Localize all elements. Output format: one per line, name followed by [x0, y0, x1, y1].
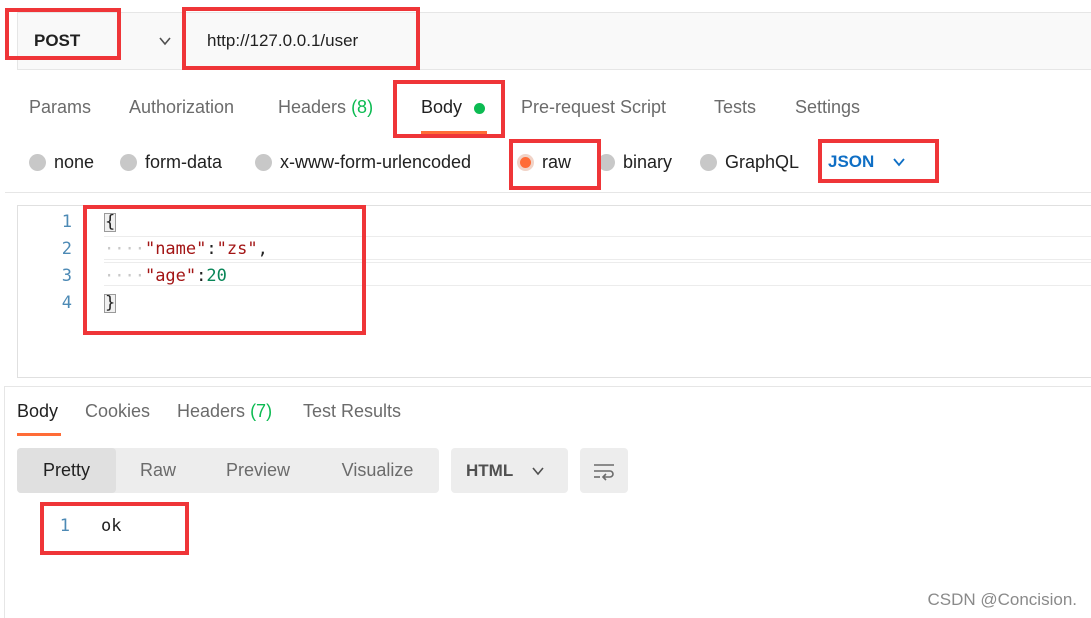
radio-label: form-data [145, 151, 223, 172]
annotation-box-body-json [83, 205, 366, 335]
radio-none[interactable]: none [29, 150, 94, 174]
tab-label: Body [17, 401, 59, 421]
annotation-box-response [40, 502, 189, 555]
radio-binary[interactable]: binary [598, 150, 672, 174]
line-number: 1 [61, 212, 72, 232]
radio-label: none [54, 151, 95, 172]
tab-label: Settings [795, 97, 861, 117]
view-pretty-button[interactable]: Pretty [17, 448, 116, 493]
line-number: 4 [61, 293, 72, 313]
wrap-lines-button[interactable] [580, 448, 628, 493]
line-number: 2 [61, 239, 72, 259]
active-tab-indicator [17, 433, 61, 436]
annotation-box-method [5, 8, 121, 60]
radio-form-data[interactable]: form-data [120, 150, 222, 174]
response-tab-headers[interactable]: Headers (7) [177, 401, 272, 422]
annotation-box-raw [509, 139, 601, 190]
view-visualize-button[interactable]: Visualize [316, 448, 439, 493]
tab-label: Headers [278, 97, 347, 117]
tab-label: Authorization [129, 97, 235, 117]
radio-label: x-www-form-urlencoded [280, 151, 472, 172]
annotation-box-body-tab [393, 80, 505, 138]
response-tab-cookies[interactable]: Cookies [85, 401, 150, 422]
tab-tests[interactable]: Tests [714, 97, 756, 118]
radio-x-www-form-urlencoded[interactable]: x-www-form-urlencoded [255, 150, 471, 174]
section-divider [5, 192, 1091, 193]
tab-settings[interactable]: Settings [795, 97, 860, 118]
tab-label: Params [29, 97, 92, 117]
line-number: 3 [61, 266, 72, 286]
tab-label: Test Results [303, 401, 402, 421]
tab-headers[interactable]: Headers (8) [278, 97, 373, 118]
tab-count: (8) [351, 97, 374, 117]
annotation-box-json [818, 139, 939, 183]
tab-authorization[interactable]: Authorization [129, 97, 234, 118]
section-divider [5, 386, 1091, 387]
radio-label: GraphQL [725, 151, 800, 172]
tab-label: Headers [177, 401, 246, 421]
left-edge [4, 386, 5, 618]
chevron-down-icon[interactable] [158, 34, 172, 48]
radio-icon [700, 153, 717, 171]
radio-label: binary [623, 151, 673, 172]
tab-label: Tests [714, 97, 757, 117]
radio-icon [29, 153, 46, 171]
response-tab-body[interactable]: Body [17, 401, 58, 422]
radio-icon [120, 153, 137, 171]
watermark: CSDN @Concision. [927, 590, 1077, 609]
response-tab-test-results[interactable]: Test Results [303, 401, 401, 422]
tab-label: Pre-request Script [521, 97, 667, 117]
view-raw-button[interactable]: Raw [116, 448, 200, 493]
tab-count: (7) [250, 401, 273, 421]
radio-icon [255, 153, 272, 171]
tab-pre-request-script[interactable]: Pre-request Script [521, 97, 666, 118]
tab-label: Cookies [85, 401, 151, 421]
request-bar [17, 12, 1091, 70]
annotation-box-url [182, 7, 420, 70]
view-preview-button[interactable]: Preview [200, 448, 316, 493]
response-format-label: HTML [466, 460, 514, 480]
radio-graphql[interactable]: GraphQL [700, 150, 799, 174]
response-format-select[interactable]: HTML [451, 448, 568, 493]
tab-params[interactable]: Params [29, 97, 91, 118]
chevron-down-icon [532, 466, 544, 475]
wrap-lines-icon [594, 463, 614, 481]
